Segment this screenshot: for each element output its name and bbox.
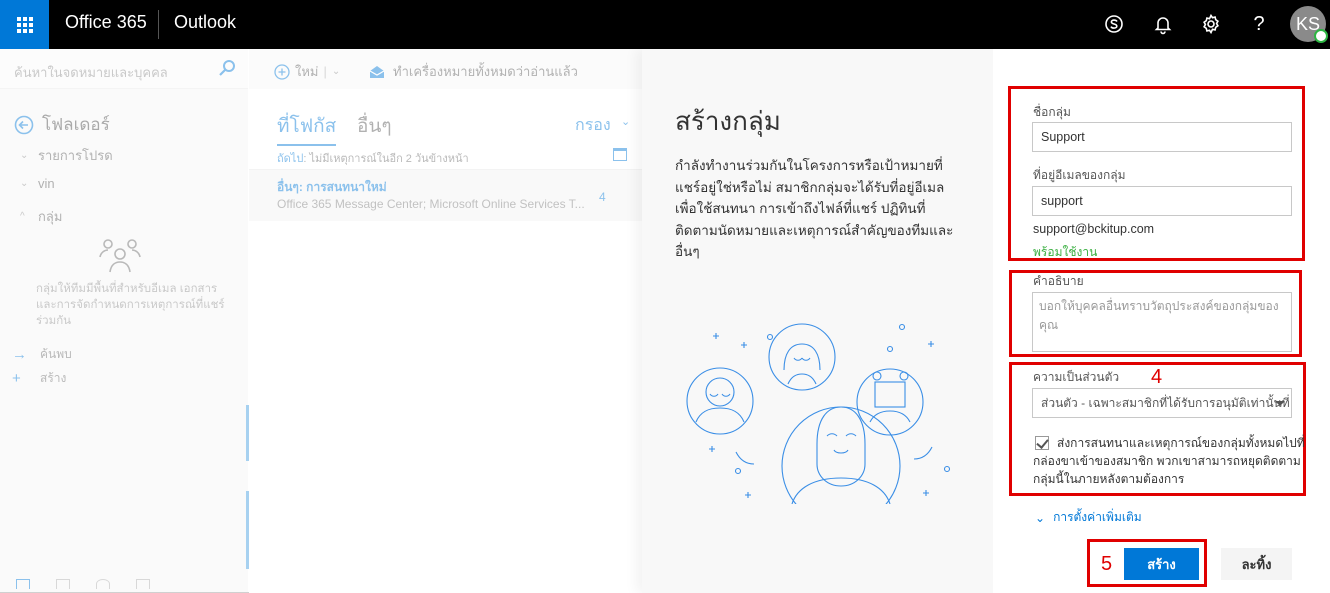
divider [158,10,159,39]
bell-icon [1154,17,1172,35]
search-icon[interactable] [218,59,236,77]
app-launcher-button[interactable] [0,0,49,49]
tab-focused[interactable]: ที่โฟกัส [277,111,337,146]
app-name-link[interactable]: Outlook [174,12,236,33]
create-button[interactable]: สร้าง [1124,548,1199,580]
mark-all-read-button[interactable]: ทำเครื่องหมายทั้งหมดว่าอ่านแล้ว [369,61,578,82]
chevron-down-icon: ⌄ [20,150,29,161]
more-settings-link[interactable]: ⌄ การตั้งค่าเพิ่มเติม [1035,508,1142,527]
discover-groups-link[interactable]: → ค้นพบ [12,345,72,364]
skype-icon [1105,15,1123,33]
group-email-input[interactable] [1032,186,1292,216]
chevron-down-icon: ⌄ [1035,510,1046,525]
privacy-select[interactable]: ส่วนตัว - เฉพาะสมาชิกที่ได้รับการอนุมัติ… [1032,388,1292,418]
nav-groups[interactable]: ^ กลุ่ม [20,206,62,227]
upcoming-events: ถัดไป: ไม่มีเหตุการณ์ในอีก 2 วันข้างหน้า [277,149,469,167]
waffle-icon [16,16,33,33]
nav-favorites[interactable]: ⌄ รายการโปรด [20,145,113,166]
folders-header[interactable]: โฟลเดอร์ [14,111,110,138]
mail-sender: อื่นๆ: การสนทนาใหม่ [277,180,387,194]
calendar-icon[interactable] [613,148,627,161]
group-name-input[interactable] [1032,122,1292,152]
more-settings-label: การตั้งค่าเพิ่มเติม [1053,510,1142,524]
full-email-address: support@bckitup.com [1033,222,1155,236]
envelope-open-icon [369,65,385,78]
gear-icon [1203,13,1219,35]
description-input[interactable] [1032,292,1292,352]
filter-button[interactable]: กรอง [575,113,611,138]
message-list-pane: ใหม่ | ⌄ ทำเครื่องหมายทั้งหมดว่าอ่านแล้ว… [249,49,642,593]
chevron-down-icon[interactable]: ⌄ [621,115,630,128]
create-group-form: 2 ชื่อกลุ่ม ที่อยู่อีเมลของกลุ่ม support… [993,49,1330,593]
dropdown-arrow-icon [1275,401,1285,406]
person-avatar-main [781,406,901,504]
mail-icon[interactable] [16,579,30,589]
notifications-button[interactable] [1150,11,1176,37]
person-avatar [856,368,924,436]
presence-status-icon [1314,29,1328,43]
privacy-selected-value: ส่วนตัว - เฉพาะสมาชิกที่ได้รับการอนุมัติ… [1041,396,1290,410]
action-label: ค้นพบ [40,347,72,361]
settings-button[interactable] [1198,11,1224,37]
annotation-number: 4 [1151,366,1163,388]
background-mail-app: ค้นหาในจดหมายและบุคคล โฟลเดอร์ ⌄ รายการโ… [0,49,642,593]
plus-icon: + [12,370,21,387]
privacy-label: ความเป็นส่วนตัว [1033,370,1120,384]
action-label: สร้าง [40,371,67,385]
brand-link[interactable]: Office 365 [65,12,147,33]
calendar-icon[interactable] [56,579,70,589]
nav-account[interactable]: ⌄ vin [20,176,55,191]
module-switcher [0,569,272,593]
subscribe-members-text: ส่งการสนทนาและเหตุการณ์ของกลุ่มทั้งหมดไป… [1033,436,1305,486]
availability-status: พร้อมใช้งาน [1033,245,1098,259]
command-bar: ใหม่ | ⌄ ทำเครื่องหมายทั้งหมดว่าอ่านแล้ว [249,49,642,89]
chevron-down-icon[interactable]: ⌄ [332,66,340,77]
annotation-number: 5 [1101,553,1113,575]
discard-button[interactable]: ละทิ้ง [1221,548,1292,580]
mail-preview: Office 365 Message Center; Microsoft Onl… [277,197,585,211]
dialog-description: กำลังทำงานร่วมกันในโครงการหรือเป้าหมายที… [675,158,954,259]
chevron-down-icon: ⌄ [20,178,29,189]
create-group-info-panel: สร้างกลุ่ม กำลังทำงานร่วมกันในโครงการหรื… [642,49,993,593]
skype-button[interactable] [1101,11,1127,37]
top-bar: Office 365 Outlook ? KS [0,0,1330,49]
new-button[interactable]: ใหม่ | ⌄ [274,61,340,82]
plus-circle-icon [274,63,290,80]
folders-title: โฟลเดอร์ [42,115,110,134]
help-icon: ? [1253,12,1265,35]
back-arrow-icon[interactable] [14,115,34,135]
search-box[interactable]: ค้นหาในจดหมายและบุคคล [0,49,248,89]
next-text: : ไม่มีเหตุการณ์ในอีก 2 วันข้างหน้า [303,153,469,165]
groups-description: กลุ่มให้ทีมมีพื้นที่สำหรับอีเมล เอกสาร แ… [36,283,225,327]
tab-other[interactable]: อื่นๆ [357,111,392,141]
help-button[interactable]: ? [1246,11,1272,37]
group-people-illustration [686,323,951,504]
people-icon[interactable] [96,579,110,589]
person-avatar [768,323,836,391]
description-label: คำอธิบาย [1033,274,1084,288]
mark-all-read-label: ทำเครื่องหมายทั้งหมดว่าอ่านแล้ว [393,64,578,79]
separator: | [323,64,327,79]
nav-label: vin [38,176,55,191]
unread-count: 4 [599,190,606,204]
new-label: ใหม่ [295,64,319,79]
arrow-right-icon: → [12,346,27,363]
search-input[interactable]: ค้นหาในจดหมายและบุคคล [14,62,168,83]
next-label: ถัดไป [277,153,304,165]
list-item[interactable]: อื่นๆ: การสนทนาใหม่ Office 365 Message C… [249,169,642,221]
create-group-link[interactable]: + สร้าง [12,369,66,388]
group-name-label: ชื่อกลุ่ม [1033,105,1071,119]
group-email-label: ที่อยู่อีเมลของกลุ่ม [1033,168,1126,182]
nav-label: รายการโปรด [38,148,113,163]
folder-pane: ค้นหาในจดหมายและบุคคล โฟลเดอร์ ⌄ รายการโ… [0,49,272,593]
nav-label: กลุ่ม [38,209,63,224]
groups-icon [99,239,141,273]
dialog-title: สร้างกลุ่ม [675,106,781,136]
tasks-icon[interactable] [136,579,150,589]
chevron-up-icon: ^ [20,211,25,222]
